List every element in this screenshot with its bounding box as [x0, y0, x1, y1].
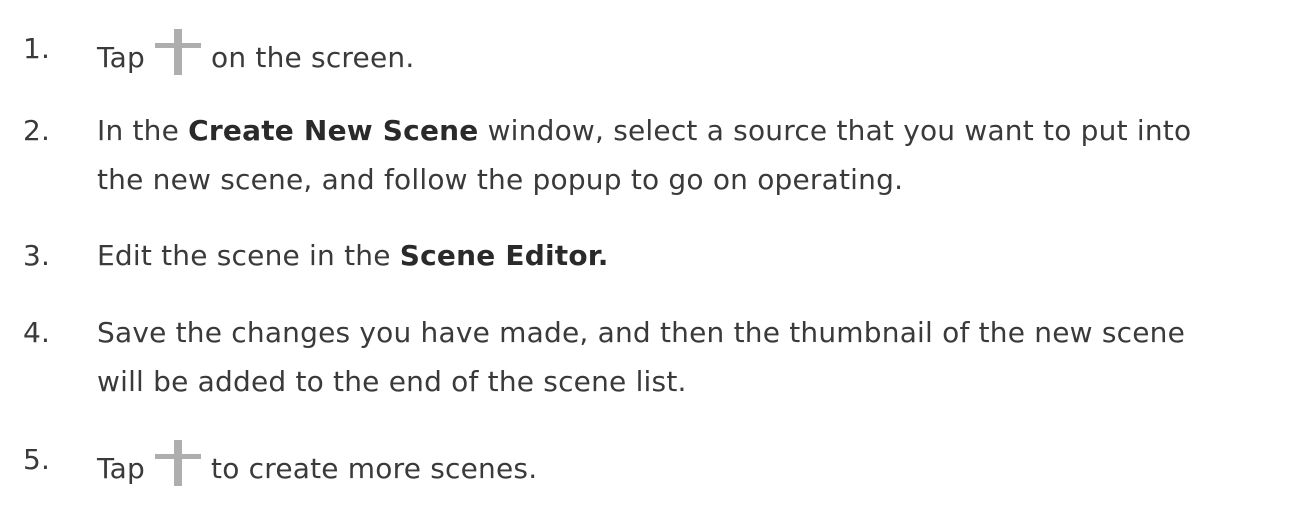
- instruction-steps: 1. Tap on the screen. 2. In the Create Ne…: [0, 0, 1300, 526]
- step-number: 2.: [23, 114, 51, 147]
- step-text: In the Create New Scene window, select a…: [97, 111, 1191, 151]
- step-number: 4.: [23, 316, 51, 349]
- step-text-after: on the screen.: [211, 41, 415, 74]
- step-text: Save the changes you have made, and then…: [97, 316, 1186, 349]
- step-number: 1.: [23, 32, 51, 65]
- step-number: 3.: [23, 239, 51, 272]
- step-text: Tap to create more scenes.: [97, 440, 537, 489]
- step-text: Tap on the screen.: [97, 29, 414, 78]
- step-text-prefix: In the: [97, 114, 180, 147]
- step-text: Edit the scene in the Scene Editor.: [97, 236, 609, 276]
- plus-icon: [155, 440, 202, 486]
- step-number: 5.: [23, 443, 51, 476]
- step-text-suffix: window, select a source that you want to…: [487, 114, 1192, 147]
- step-text-bold: Scene Editor.: [399, 239, 609, 272]
- step-text-prefix: Edit the scene in the: [97, 239, 391, 272]
- step-text-after: to create more scenes.: [211, 452, 538, 485]
- plus-icon: [155, 29, 202, 75]
- step-text-line2: the new scene, and follow the popup to g…: [97, 163, 904, 196]
- step-text-before: Tap: [97, 41, 146, 74]
- step-text-line2: will be added to the end of the scene li…: [97, 365, 687, 398]
- step-text-bold: Create New Scene: [188, 114, 479, 147]
- step-text-before: Tap: [97, 452, 146, 485]
